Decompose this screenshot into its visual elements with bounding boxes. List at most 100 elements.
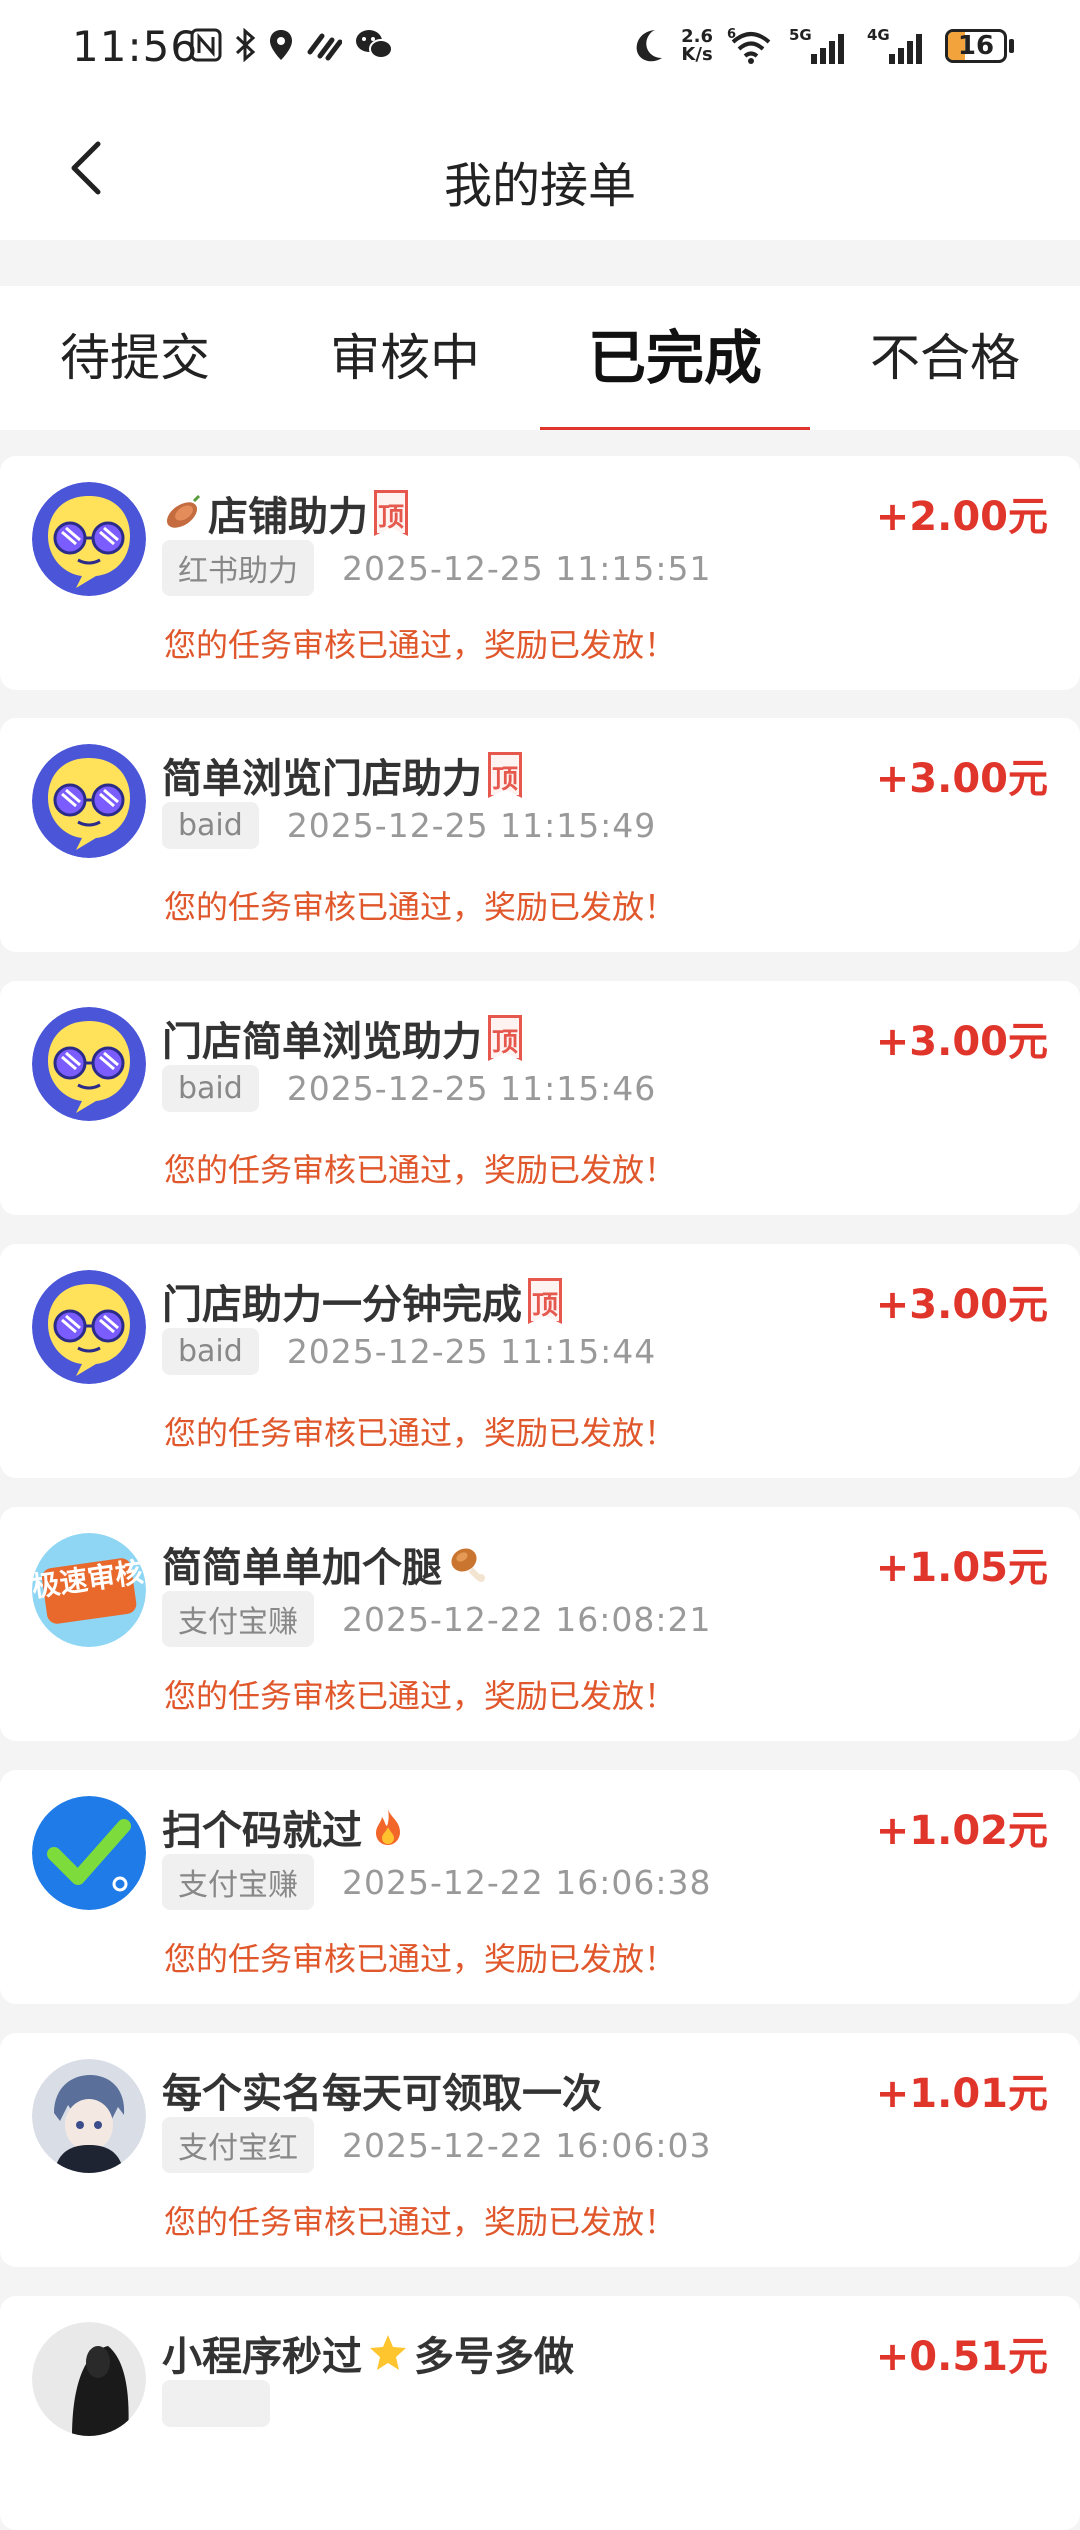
tab-unqualified[interactable]: 不合格 bbox=[810, 286, 1080, 430]
wifi-label: 6 bbox=[727, 27, 736, 42]
task-status: 您的任务审核已通过，奖励已发放！ bbox=[164, 1414, 677, 1452]
task-time: 2025-12-22 16:06:03 bbox=[342, 2125, 712, 2165]
order-card[interactable]: 扫个码就过 支付宝赚 2025-12-22 16:06:38 您的任务审核已通过… bbox=[0, 1770, 1080, 2004]
task-time: 2025-12-22 16:06:38 bbox=[342, 1862, 712, 1902]
top-badge: 顶 bbox=[528, 1278, 562, 1324]
platform-tag: baid bbox=[162, 802, 259, 849]
task-time: 2025-12-22 16:08:21 bbox=[342, 1599, 712, 1639]
task-avatar bbox=[32, 744, 146, 858]
task-title: 扫个码就过 bbox=[162, 1808, 362, 1854]
task-time: 2025-12-25 11:15:49 bbox=[286, 806, 657, 845]
order-card[interactable]: 门店简单浏览助力 顶 baid 2025-12-25 11:15:46 您的任务… bbox=[0, 981, 1080, 1215]
task-title: 门店简单浏览助力 bbox=[162, 1019, 482, 1065]
task-title: 门店助力一分钟完成 bbox=[162, 1282, 522, 1328]
nfc-icon bbox=[190, 28, 222, 62]
task-title-row: 门店简单浏览助力 顶 bbox=[162, 1009, 522, 1067]
link-icon bbox=[307, 33, 342, 61]
task-status: 您的任务审核已通过，奖励已发放！ bbox=[164, 2203, 677, 2241]
task-avatar bbox=[32, 1796, 146, 1910]
task-avatar bbox=[32, 482, 146, 596]
task-title-suffix: 多号多做 bbox=[414, 2334, 574, 2380]
task-title-row: 小程序秒过 多号多做 bbox=[162, 2324, 574, 2382]
task-reward: +2.00元 bbox=[875, 494, 1048, 540]
order-card[interactable]: 极速审核 简简单单加个腿 支付宝赚 2025-12-22 16:08:21 您的… bbox=[0, 1507, 1080, 1741]
person-photo-icon bbox=[32, 2322, 146, 2436]
platform-tag bbox=[162, 2380, 271, 2427]
sunglasses-face-icon bbox=[32, 744, 146, 858]
task-meta-row: 红书助力 2025-12-25 11:15:51 bbox=[162, 540, 711, 596]
moon-icon bbox=[636, 30, 663, 62]
status-right-icons: 2.6 K/s 6 5G 4G 16 bbox=[631, 26, 1014, 66]
task-title: 小程序秒过 bbox=[162, 2334, 362, 2380]
location-icon bbox=[270, 30, 292, 60]
task-status: 您的任务审核已通过，奖励已发放！ bbox=[164, 888, 677, 926]
page-title: 我的接单 bbox=[443, 158, 636, 214]
signal-4g-icon: 4G bbox=[867, 26, 922, 64]
task-reward: +3.00元 bbox=[875, 756, 1048, 802]
task-time: 2025-12-25 11:15:51 bbox=[342, 548, 712, 588]
platform-tag: 红书助力 bbox=[162, 540, 314, 596]
battery-indicator: 16 bbox=[945, 29, 1014, 63]
tab-completed[interactable]: 已完成 bbox=[540, 286, 810, 430]
task-reward: +1.02元 bbox=[875, 1808, 1048, 1854]
task-reward: +1.01元 bbox=[875, 2071, 1048, 2117]
tab-pending-submit[interactable]: 待提交 bbox=[0, 286, 270, 430]
wechat-icon bbox=[356, 30, 393, 59]
header-bar: 我的接单 bbox=[0, 100, 1080, 240]
order-status-tabs: 待提交 审核中 已完成 不合格 bbox=[0, 286, 1080, 430]
order-card[interactable]: 店铺助力 顶 红书助力 2025-12-25 11:15:51 您的任务审核已通… bbox=[0, 456, 1080, 690]
status-bar: 11:56 2.6 K/s 6 5G 4G 16 bbox=[0, 0, 1080, 100]
task-title: 每个实名每天可领取一次 bbox=[162, 2071, 602, 2117]
task-meta-row: 支付宝赚 2025-12-22 16:06:38 bbox=[162, 1854, 711, 1910]
battery-icon: 16 bbox=[945, 29, 1007, 63]
status-time: 11:56 bbox=[72, 22, 199, 71]
task-status: 您的任务审核已通过，奖励已发放！ bbox=[164, 626, 677, 664]
top-badge: 顶 bbox=[488, 1015, 522, 1061]
task-title-row: 简简单单加个腿 bbox=[162, 1535, 488, 1593]
task-title-row: 扫个码就过 bbox=[162, 1798, 408, 1856]
sweet-potato-icon bbox=[166, 494, 201, 528]
task-title-row: 店铺助力 顶 bbox=[162, 484, 408, 542]
fast-review-logo-icon: 极速审核 bbox=[32, 1533, 146, 1647]
order-card[interactable]: 每个实名每天可领取一次 支付宝红 2025-12-22 16:06:03 您的任… bbox=[0, 2033, 1080, 2267]
network-speed: 2.6 K/s bbox=[681, 26, 713, 65]
task-title-row: 简单浏览门店助力 顶 bbox=[162, 746, 522, 804]
task-avatar bbox=[32, 2322, 146, 2436]
task-title-row: 门店助力一分钟完成 顶 bbox=[162, 1272, 562, 1330]
sunglasses-face-icon bbox=[32, 1270, 146, 1384]
order-card[interactable]: 简单浏览门店助力 顶 baid 2025-12-25 11:15:49 您的任务… bbox=[0, 718, 1080, 952]
task-status: 您的任务审核已通过，奖励已发放！ bbox=[164, 1151, 677, 1189]
order-card[interactable]: 门店助力一分钟完成 顶 baid 2025-12-25 11:15:44 您的任… bbox=[0, 1244, 1080, 1478]
tab-under-review[interactable]: 审核中 bbox=[270, 286, 540, 430]
task-reward: +0.51元 bbox=[875, 2334, 1048, 2380]
task-meta-row: baid 2025-12-25 11:15:44 bbox=[162, 1328, 656, 1375]
task-title: 简单浏览门店助力 bbox=[162, 756, 482, 802]
platform-tag: 支付宝赚 bbox=[162, 1854, 314, 1910]
task-meta-row: 支付宝红 2025-12-22 16:06:03 bbox=[162, 2117, 711, 2173]
bluetooth-icon bbox=[235, 28, 256, 62]
signal-5g-icon: 5G bbox=[789, 26, 844, 64]
platform-tag: 支付宝赚 bbox=[162, 1591, 314, 1647]
network-4g-label: 4G bbox=[867, 26, 890, 44]
task-reward: +3.00元 bbox=[875, 1282, 1048, 1328]
task-avatar: 极速审核 bbox=[32, 1533, 146, 1647]
checkmark-logo-icon bbox=[32, 1796, 146, 1910]
task-avatar bbox=[32, 2059, 146, 2173]
star-icon bbox=[370, 2335, 406, 2370]
wifi-icon: 6 bbox=[727, 27, 771, 64]
task-meta-row bbox=[162, 2380, 271, 2427]
task-meta-row: baid 2025-12-25 11:15:46 bbox=[162, 1065, 656, 1112]
task-meta-row: baid 2025-12-25 11:15:49 bbox=[162, 802, 656, 849]
task-reward: +3.00元 bbox=[875, 1019, 1048, 1065]
platform-tag: 支付宝红 bbox=[162, 2117, 314, 2173]
task-meta-row: 支付宝赚 2025-12-22 16:08:21 bbox=[162, 1591, 711, 1647]
task-title-row: 每个实名每天可领取一次 bbox=[162, 2061, 602, 2119]
order-card[interactable]: 小程序秒过 多号多做 +0.51元 bbox=[0, 2296, 1080, 2530]
task-time: 2025-12-25 11:15:46 bbox=[286, 1069, 657, 1108]
top-badge: 顶 bbox=[488, 752, 522, 798]
task-title: 店铺助力 bbox=[208, 494, 368, 540]
task-time: 2025-12-25 11:15:44 bbox=[286, 1332, 657, 1371]
task-avatar bbox=[32, 1270, 146, 1384]
task-avatar bbox=[32, 1007, 146, 1121]
fire-icon bbox=[376, 1809, 400, 1845]
